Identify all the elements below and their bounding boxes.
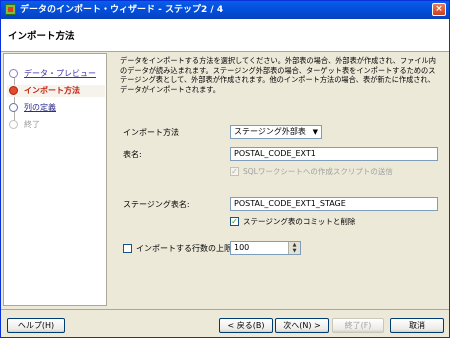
step-disabled-icon <box>9 120 18 129</box>
staging-table-name-input[interactable]: POSTAL_CODE_EXT1_STAGE <box>230 197 438 211</box>
spinner-down-icon[interactable]: ▼ <box>288 248 300 254</box>
step-label: インポート方法 <box>24 86 80 95</box>
step-description: データをインポートする方法を選択してください。外部表の場合、外部表が作成され、フ… <box>120 56 436 94</box>
row-limit-checkbox[interactable] <box>123 244 132 253</box>
table-name-input[interactable]: POSTAL_CODE_EXT1 <box>230 147 438 161</box>
page-title: インポート方法 <box>8 31 75 42</box>
help-button[interactable]: ヘルプ(H) <box>7 318 65 333</box>
title-bar[interactable]: データのインポート・ウィザード - ステップ2 / 4 × <box>1 1 449 19</box>
row-limit-spinner[interactable]: 100 ▲ ▼ <box>230 241 301 255</box>
app-icon <box>5 4 16 15</box>
cancel-button[interactable]: 取消 <box>390 318 444 333</box>
row-limit-label: インポートする行数の上限: <box>136 244 235 253</box>
dropdown-arrow-icon: ▼ <box>312 128 318 136</box>
send-sql-script-label: SQLワークシートへの作成スクリプトの送信 <box>243 167 393 176</box>
next-button[interactable]: 次へ(N) > <box>275 318 329 333</box>
import-method-value: ステージング外部表 <box>234 127 306 136</box>
commit-delete-staging-checkbox[interactable]: ✓ <box>230 217 239 226</box>
step-done-icon <box>9 69 18 78</box>
import-wizard-window: データのインポート・ウィザード - ステップ2 / 4 × インポート方法 デー… <box>0 0 450 338</box>
step-finish: 終了 <box>7 119 105 131</box>
step-data-preview[interactable]: データ・プレビュー <box>7 68 105 80</box>
window-title: データのインポート・ウィザード - ステップ2 / 4 <box>20 5 224 15</box>
step-column-definition[interactable]: 列の定義 <box>7 102 105 114</box>
step-label: データ・プレビュー <box>24 69 96 78</box>
wizard-header: インポート方法 <box>1 19 449 52</box>
back-button[interactable]: < 戻る(B) <box>219 318 273 333</box>
step-content: データをインポートする方法を選択してください。外部表の場合、外部表が作成され、フ… <box>113 53 447 306</box>
step-import-method[interactable]: インポート方法 <box>7 85 105 97</box>
step-label: 列の定義 <box>24 103 56 112</box>
import-method-label: インポート方法 <box>123 128 179 137</box>
table-name-label: 表名: <box>123 150 142 159</box>
commit-delete-staging-label: ステージング表のコミットと削除 <box>243 217 356 226</box>
row-limit-value: 100 <box>234 243 250 252</box>
finish-button: 終了(F) <box>332 318 384 333</box>
step-current-icon <box>9 86 18 95</box>
import-method-select[interactable]: ステージング外部表 ▼ <box>230 125 322 139</box>
step-label: 終了 <box>24 120 40 129</box>
step-connector-line <box>14 72 15 126</box>
footer-divider <box>1 309 449 310</box>
step-pending-icon <box>9 103 18 112</box>
staging-table-name-label: ステージング表名: <box>123 200 190 209</box>
send-sql-script-checkbox: ✓ <box>230 167 239 176</box>
step-navigation: データ・プレビュー インポート方法 列の定義 終了 <box>3 53 107 306</box>
close-button[interactable]: × <box>432 3 446 16</box>
